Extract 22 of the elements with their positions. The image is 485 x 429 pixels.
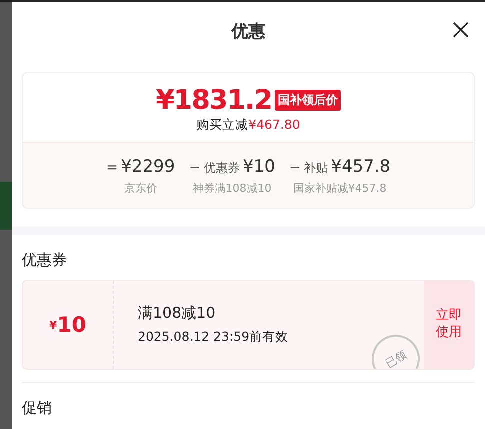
breakdown-label: 补贴 — [304, 160, 328, 177]
operator: − — [189, 160, 201, 176]
breakdown-amount: ¥10 — [242, 157, 276, 177]
breakdown-note: 国家补贴减¥457.8 — [293, 181, 387, 196]
breakdown-label: 优惠券 — [204, 160, 240, 177]
sheet-title: 优惠 — [232, 20, 266, 42]
coupon-condition: 满108减10 — [138, 304, 217, 323]
operator: = — [106, 160, 118, 176]
breakdown-note: 京东价 — [124, 181, 158, 196]
close-icon[interactable] — [453, 22, 469, 38]
price-tag: 国补领后价 — [274, 90, 341, 111]
coupon-value: ¥10 — [23, 281, 114, 369]
saving-text: 购买立减¥467.80 — [196, 117, 300, 134]
operator: − — [289, 160, 302, 176]
breakdown-amount: ¥2299 — [121, 157, 176, 177]
final-price: ¥1831.2 — [156, 85, 272, 116]
section-heading: 优惠券 — [22, 251, 68, 270]
breakdown-note: 神券满108减10 — [192, 181, 272, 196]
use-button[interactable]: 立即使用 — [424, 281, 474, 369]
section-heading: 促销 — [22, 399, 53, 418]
coupon-validity: 2025.08.12 23:59前有效 — [138, 329, 290, 346]
breakdown-amount: ¥457.8 — [331, 157, 391, 177]
